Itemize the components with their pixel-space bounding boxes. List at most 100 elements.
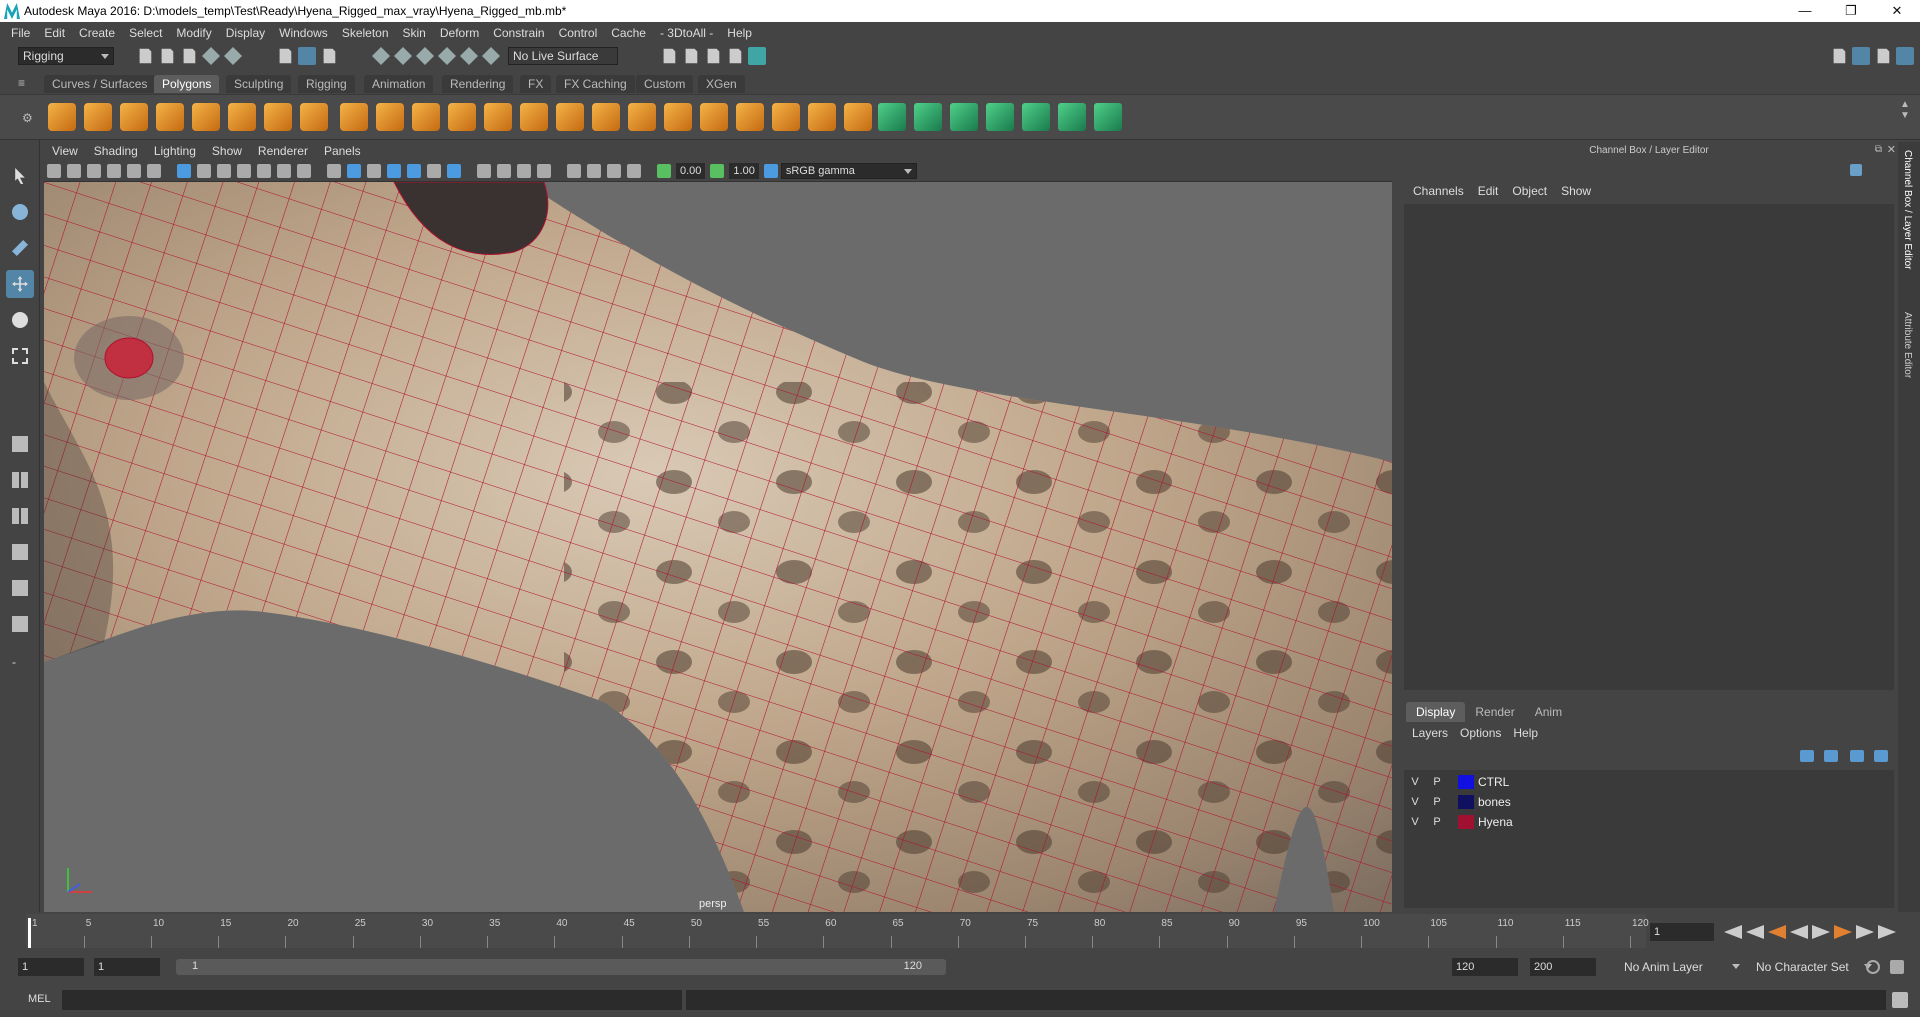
uv-planar-icon[interactable] [878, 103, 906, 131]
layout-graph[interactable] [6, 574, 34, 602]
step-forward-key-icon[interactable] [1834, 925, 1852, 939]
tab-fx-caching[interactable]: FX Caching [556, 75, 635, 93]
start-time-field[interactable]: 1 [18, 958, 84, 976]
layout-more[interactable]: - [6, 650, 34, 678]
menu-cache[interactable]: Cache [604, 26, 653, 40]
resolution-gate-icon[interactable] [217, 163, 231, 178]
select-tool[interactable] [6, 162, 34, 190]
render-frame-icon[interactable] [685, 48, 698, 64]
live-surface-field[interactable]: No Live Surface [508, 47, 618, 65]
wireframe-on-shaded-icon[interactable] [387, 163, 401, 178]
le-menu-layers[interactable]: Layers [1408, 726, 1456, 740]
menu-help[interactable]: Help [720, 26, 759, 40]
tab-custom[interactable]: Custom [636, 75, 694, 93]
menu-windows[interactable]: Windows [272, 26, 335, 40]
layer-row[interactable]: V P CTRL [1404, 772, 1894, 792]
snap-view-plane-icon[interactable] [460, 47, 478, 65]
tab-sculpting[interactable]: Sculpting [226, 75, 292, 93]
poly-cylinder-icon[interactable] [120, 103, 148, 131]
image-plane-icon[interactable] [107, 163, 121, 178]
select-hierarchy-icon[interactable] [279, 48, 292, 64]
minimize-button[interactable]: — [1782, 0, 1828, 22]
float-panel-icon[interactable]: ⧉ [1875, 144, 1882, 155]
shadows-icon[interactable] [447, 163, 461, 178]
lasso-tool[interactable] [6, 198, 34, 226]
open-scene-icon[interactable] [161, 48, 174, 64]
play-forwards-icon[interactable] [1812, 925, 1830, 939]
anim-start-field[interactable]: 1 [94, 958, 160, 976]
script-editor-icon[interactable] [1892, 992, 1908, 1008]
range-slider[interactable]: 1 120 [176, 959, 946, 975]
bool-union-icon[interactable] [664, 103, 692, 131]
uv-spherical-icon[interactable] [950, 103, 978, 131]
bookmark-icon[interactable] [87, 163, 101, 178]
menu-file[interactable]: File [4, 26, 37, 40]
tab-polygons[interactable]: Polygons [154, 75, 220, 93]
viewport-menu-lighting[interactable]: Lighting [146, 144, 204, 158]
perspective-viewport[interactable]: persp [44, 182, 1392, 912]
mirror-icon[interactable] [520, 103, 548, 131]
isolate-select-icon[interactable] [567, 163, 581, 178]
xray-active-icon[interactable] [627, 163, 641, 178]
layer-color-swatch[interactable] [1458, 775, 1474, 789]
snap-grid-icon[interactable] [372, 47, 390, 65]
rotate-tool[interactable] [6, 306, 34, 334]
shelf-scroll-icon[interactable]: ▲ ▼ [1900, 99, 1910, 121]
animation-preferences-icon[interactable] [1890, 960, 1904, 974]
menu-select[interactable]: Select [122, 26, 169, 40]
command-input[interactable] [62, 990, 682, 1010]
tab-xgen[interactable]: XGen [698, 75, 745, 93]
paint-select-tool[interactable] [6, 234, 34, 262]
layer-playback-toggle[interactable]: P [1426, 816, 1448, 828]
uv-checker-icon[interactable] [1058, 103, 1086, 131]
target-weld-icon[interactable] [808, 103, 836, 131]
pin-icon[interactable] [1850, 164, 1862, 176]
step-forward-frame-icon[interactable] [1856, 925, 1874, 939]
ipr-render-icon[interactable] [707, 48, 720, 64]
select-component-icon[interactable] [323, 48, 336, 64]
depth-of-field-icon[interactable] [537, 163, 551, 178]
smooth-icon[interactable] [448, 103, 476, 131]
layer-row[interactable]: V P bones [1404, 792, 1894, 812]
redo-icon[interactable] [224, 47, 242, 65]
snap-projected-icon[interactable] [438, 47, 456, 65]
separate-icon[interactable] [376, 103, 404, 131]
xray-icon[interactable] [587, 163, 601, 178]
poly-pyramid-icon[interactable] [264, 103, 292, 131]
channel-box-toggle-icon[interactable] [1852, 47, 1870, 65]
poly-plane-icon[interactable] [192, 103, 220, 131]
end-time-field[interactable]: 200 [1530, 958, 1596, 976]
layer-playback-toggle[interactable]: P [1426, 776, 1448, 788]
camera-select-icon[interactable] [47, 163, 61, 178]
hypershade-icon[interactable] [748, 47, 766, 65]
make-live-icon[interactable] [482, 47, 500, 65]
restore-button[interactable]: ❐ [1828, 0, 1874, 22]
viewport-menu-panels[interactable]: Panels [316, 144, 369, 158]
extract-icon[interactable] [412, 103, 440, 131]
menu-skeleton[interactable]: Skeleton [335, 26, 396, 40]
tab-fx[interactable]: FX [520, 75, 552, 93]
poly-torus-icon[interactable] [228, 103, 256, 131]
layout-four-pane[interactable] [6, 466, 34, 494]
select-object-icon[interactable] [298, 47, 316, 65]
layer-row[interactable]: V P Hyena [1404, 812, 1894, 832]
menu-create[interactable]: Create [72, 26, 122, 40]
new-empty-layer-icon[interactable] [1850, 750, 1864, 762]
move-layer-down-icon[interactable] [1824, 750, 1838, 762]
multi-cut-icon[interactable] [772, 103, 800, 131]
default-material-icon[interactable] [367, 163, 381, 178]
layer-visibility-toggle[interactable]: V [1404, 776, 1426, 788]
tab-display[interactable]: Display [1406, 702, 1466, 722]
merge-icon[interactable] [700, 103, 728, 131]
viewport-menu-show[interactable]: Show [204, 144, 250, 158]
command-language-label[interactable]: MEL [28, 993, 51, 1005]
character-set-dropdown[interactable]: No Character Set [1752, 958, 1876, 976]
menu-display[interactable]: Display [219, 26, 272, 40]
viewport-menu-view[interactable]: View [44, 144, 86, 158]
textured-icon[interactable] [407, 163, 421, 178]
shelf-settings-icon[interactable]: ⚙ [22, 111, 33, 125]
tab-rendering[interactable]: Rendering [442, 75, 514, 93]
scale-tool[interactable] [6, 342, 34, 370]
workspace-icon[interactable] [1833, 48, 1846, 64]
cb-menu-channels[interactable]: Channels [1406, 184, 1471, 198]
